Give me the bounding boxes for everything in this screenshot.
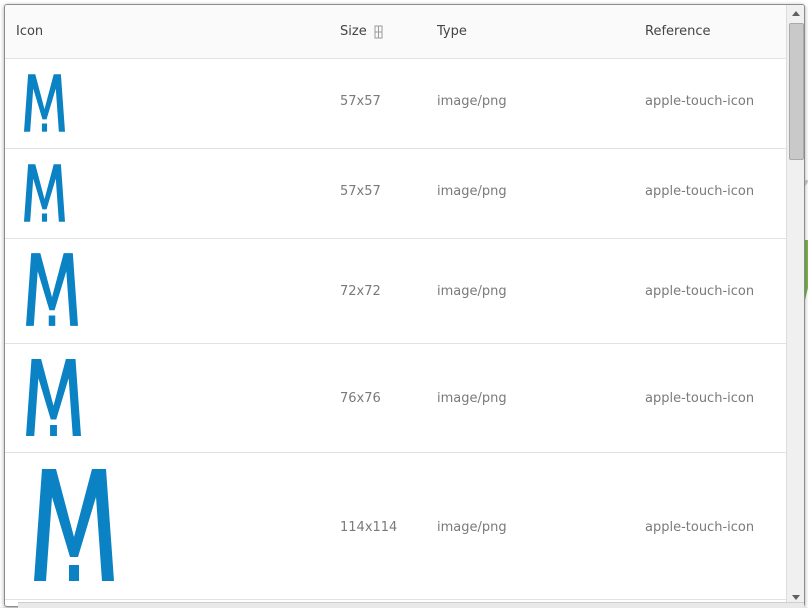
cell-size: 57x57 (340, 94, 381, 109)
table-row[interactable]: 57x57 image/png apple-touch-icon (5, 59, 786, 149)
scroll-thumb[interactable] (789, 23, 804, 160)
column-header-reference[interactable]: Reference (645, 24, 710, 40)
app-logo-icon (26, 359, 81, 436)
cell-reference: apple-touch-icon (645, 94, 755, 109)
app-logo-icon (34, 469, 114, 581)
cell-reference: apple-touch-icon (645, 520, 755, 535)
table-row[interactable]: 72x72 image/png apple-touch-icon (5, 239, 786, 344)
column-header-size[interactable]: Size (340, 24, 367, 40)
background-strip (18, 602, 804, 608)
vertical-scrollbar[interactable] (786, 5, 804, 606)
cell-type: image/png (437, 184, 507, 199)
cell-type: image/png (437, 391, 507, 406)
cell-type: image/png (437, 94, 507, 109)
app-logo-icon (24, 74, 65, 132)
table-row[interactable]: 57x57 image/png apple-touch-icon (5, 149, 786, 239)
icons-table: Icon Size Type Reference 57x57 image/png… (5, 5, 786, 606)
arrow-up-icon (792, 11, 800, 16)
table-row[interactable]: 76x76 image/png apple-touch-icon (5, 344, 786, 453)
cell-size: 57x57 (340, 184, 381, 199)
table-header: Icon Size Type Reference (5, 5, 786, 59)
cell-type: image/png (437, 284, 507, 299)
cell-size: 114x114 (340, 520, 398, 535)
cell-reference: apple-touch-icon (645, 184, 755, 199)
scroll-up-button[interactable] (787, 5, 804, 22)
column-header-type[interactable]: Type (437, 24, 467, 40)
table-row[interactable]: 114x114 image/png apple-touch-icon (5, 453, 786, 600)
cell-type: image/png (437, 520, 507, 535)
cell-size: 76x76 (340, 391, 381, 406)
app-logo-icon (24, 164, 65, 222)
cell-reference: apple-touch-icon (645, 284, 755, 299)
app-logo-icon (26, 253, 78, 326)
column-header-icon[interactable]: Icon (16, 24, 43, 40)
cell-reference: apple-touch-icon (645, 391, 755, 406)
cell-size: 72x72 (340, 284, 381, 299)
icons-dialog: Icon Size Type Reference 57x57 image/png… (4, 4, 805, 607)
sort-icon[interactable] (374, 25, 383, 39)
